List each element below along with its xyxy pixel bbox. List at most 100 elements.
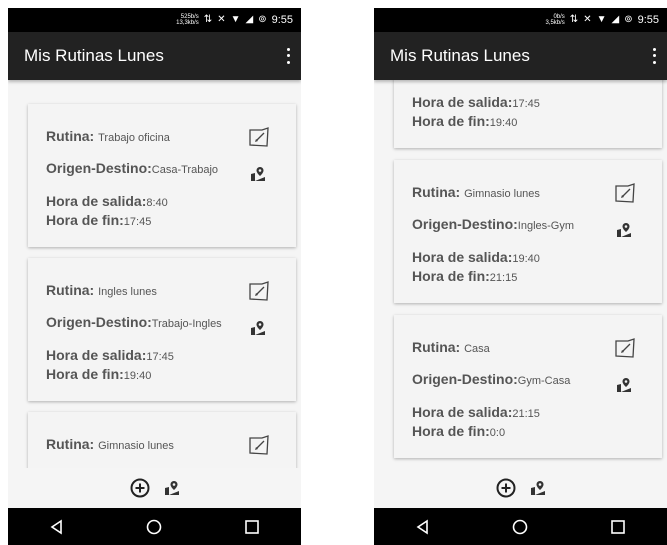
rutina-row: Rutina: Gimnasio lunes xyxy=(46,436,174,452)
hora-salida-value: 17:45 xyxy=(146,351,174,363)
origen-destino-value: Trabajo-Ingles xyxy=(151,318,222,330)
origen-destino-label: Origen-Destino: xyxy=(46,314,152,330)
phone-screen-right: 0b/s 3,5kb/s ⇅ ✕ ▼ ◢ ⊚ 9:55 Mis Rutinas … xyxy=(374,8,667,545)
status-bar: 0b/s 3,5kb/s ⇅ ✕ ▼ ◢ ⊚ 9:55 xyxy=(374,8,667,32)
edit-note-icon[interactable] xyxy=(614,183,636,203)
origen-destino-row: Origen-Destino:Trabajo-Ingles xyxy=(46,314,222,330)
rutina-label: Rutina: xyxy=(46,282,95,298)
hora-salida-row: Hora de salida:19:40 xyxy=(412,249,540,265)
wifi-icon: ▼ xyxy=(596,14,607,25)
hora-fin-label: Hora de fin: xyxy=(46,212,124,228)
hora-salida-value: 21:15 xyxy=(512,408,540,420)
hora-fin-label: Hora de fin: xyxy=(46,366,124,382)
rutina-value: Casa xyxy=(464,343,490,355)
rutina-value: Gimnasio lunes xyxy=(98,440,174,452)
mute-icon: ✕ xyxy=(583,14,592,25)
signal-icon: ◢ xyxy=(611,14,620,25)
bottom-actions xyxy=(8,468,301,508)
add-circle-icon[interactable] xyxy=(496,478,516,498)
origen-destino-label: Origen-Destino: xyxy=(46,160,152,176)
hora-fin-row: Hora de fin:0:0 xyxy=(412,423,505,439)
app-title: Mis Rutinas Lunes xyxy=(390,46,530,65)
origen-destino-value: Gym-Casa xyxy=(517,375,571,387)
rutina-value: Gimnasio lunes xyxy=(464,188,540,200)
origen-destino-row: Origen-Destino:Gym-Casa xyxy=(412,371,570,387)
navigation-bar xyxy=(8,508,301,545)
recents-square-icon[interactable] xyxy=(242,517,262,537)
back-triangle-icon[interactable] xyxy=(47,517,67,537)
clock: 9:55 xyxy=(637,14,659,26)
app-title: Mis Rutinas Lunes xyxy=(24,46,164,65)
overflow-menu-icon[interactable] xyxy=(281,46,295,66)
map-pin-icon[interactable] xyxy=(250,320,266,336)
status-bar: 525b/s 13,3kb/s ⇅ ✕ ▼ ◢ ⊚ 9:55 xyxy=(8,8,301,32)
hora-fin-value: 19:40 xyxy=(123,370,152,382)
battery-icon: ⊚ xyxy=(258,14,267,25)
hora-fin-label: Hora de fin: xyxy=(412,113,490,129)
hora-fin-label: Hora de fin: xyxy=(412,423,490,439)
hora-fin-row: Hora de fin:19:40 xyxy=(46,366,151,382)
map-pin-icon[interactable] xyxy=(616,222,632,238)
clock: 9:55 xyxy=(271,14,293,26)
hora-fin-value: 17:45 xyxy=(123,216,152,228)
hora-salida-row: Hora de salida:8:40 xyxy=(46,193,168,209)
map-pin-icon[interactable] xyxy=(164,480,180,496)
hora-salida-row: Hora de salida:21:15 xyxy=(412,404,540,420)
hora-fin-row: Hora de fin:21:15 xyxy=(412,268,517,284)
origen-destino-label: Origen-Destino: xyxy=(412,371,518,387)
overflow-menu-icon[interactable] xyxy=(647,46,661,66)
app-bar: Mis Rutinas Lunes xyxy=(8,32,301,80)
data-transfer-icon: ⇅ xyxy=(203,14,213,25)
hora-salida-label: Hora de salida: xyxy=(412,94,513,110)
routine-list[interactable]: Hora de salida:17:45 Hora de fin:19:40 R… xyxy=(374,80,667,468)
signal-icon: ◢ xyxy=(245,14,254,25)
bottom-actions xyxy=(374,468,667,508)
hora-salida-row: Hora de salida:17:45 xyxy=(412,94,540,110)
routine-card: Rutina: Ingles lunes Origen-Destino:Trab… xyxy=(28,258,296,401)
rutina-row: Rutina: Casa xyxy=(412,339,490,355)
rutina-row: Rutina: Gimnasio lunes xyxy=(412,184,540,200)
routine-card: Rutina: Trabajo oficina Origen-Destino:C… xyxy=(28,104,296,247)
routine-list[interactable]: Rutina: Trabajo oficina Origen-Destino:C… xyxy=(8,80,301,468)
edit-note-icon[interactable] xyxy=(614,338,636,358)
edit-note-icon[interactable] xyxy=(248,281,270,301)
hora-salida-value: 19:40 xyxy=(512,253,540,265)
hora-fin-row: Hora de fin:17:45 xyxy=(46,212,151,228)
recents-square-icon[interactable] xyxy=(608,517,628,537)
origen-destino-value: Casa-Trabajo xyxy=(151,164,219,176)
routine-card: Hora de salida:17:45 Hora de fin:19:40 xyxy=(394,80,662,148)
map-pin-icon[interactable] xyxy=(616,377,632,393)
hora-salida-label: Hora de salida: xyxy=(46,347,147,363)
rutina-value: Ingles lunes xyxy=(98,286,157,298)
map-pin-icon[interactable] xyxy=(530,480,546,496)
hora-salida-value: 8:40 xyxy=(146,197,168,209)
routine-card: Rutina: Casa Origen-Destino:Gym-Casa Hor… xyxy=(394,315,662,458)
edit-note-icon[interactable] xyxy=(248,127,270,147)
home-circle-icon[interactable] xyxy=(510,517,530,537)
hora-salida-label: Hora de salida: xyxy=(46,193,147,209)
rutina-row: Rutina: Trabajo oficina xyxy=(46,128,170,144)
add-circle-icon[interactable] xyxy=(130,478,150,498)
hora-salida-label: Hora de salida: xyxy=(412,404,513,420)
home-circle-icon[interactable] xyxy=(144,517,164,537)
wifi-icon: ▼ xyxy=(230,14,241,25)
hora-fin-value: 0:0 xyxy=(489,427,506,439)
back-triangle-icon[interactable] xyxy=(413,517,433,537)
hora-salida-row: Hora de salida:17:45 xyxy=(46,347,174,363)
rutina-row: Rutina: Ingles lunes xyxy=(46,282,157,298)
app-bar: Mis Rutinas Lunes xyxy=(374,32,667,80)
map-pin-icon[interactable] xyxy=(250,166,266,182)
rutina-label: Rutina: xyxy=(46,436,95,452)
network-speed: 525b/s 13,3kb/s xyxy=(176,14,199,26)
network-speed-down: 13,3kb/s xyxy=(176,20,199,26)
hora-fin-row: Hora de fin:19:40 xyxy=(412,113,517,129)
origen-destino-value: Ingles-Gym xyxy=(517,220,575,232)
rutina-label: Rutina: xyxy=(412,184,461,200)
network-speed-down: 3,5kb/s xyxy=(545,20,565,26)
network-speed: 0b/s 3,5kb/s xyxy=(545,14,564,26)
rutina-value: Trabajo oficina xyxy=(98,132,170,144)
hora-fin-value: 19:40 xyxy=(489,117,518,129)
edit-note-icon[interactable] xyxy=(248,435,270,455)
origen-destino-row: Origen-Destino:Ingles-Gym xyxy=(412,216,574,232)
navigation-bar xyxy=(374,508,667,545)
